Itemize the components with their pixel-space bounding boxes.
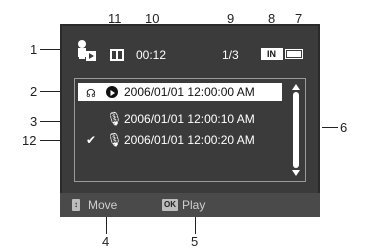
scrollbar[interactable]	[291, 84, 301, 176]
leader-5	[195, 216, 196, 234]
callout-4: 4	[102, 234, 110, 249]
memory-icon	[110, 48, 124, 61]
voice-icon: 🎙	[106, 132, 123, 147]
check-icon: ✔	[86, 133, 97, 147]
file-row-1[interactable]: ☊ 2006/01/01 12:00:00 AM	[78, 83, 282, 101]
ok-badge: OK	[162, 199, 178, 211]
voice-icon: 🎙	[106, 111, 123, 126]
move-button[interactable]: ↕ Move	[72, 198, 132, 212]
leader-4	[106, 216, 107, 234]
file-row-label: 2006/01/01 12:00:00 AM	[124, 85, 255, 99]
play-icon	[106, 86, 118, 98]
elapsed-time: 00:12	[136, 48, 167, 62]
play-label: Play	[182, 198, 206, 212]
playback-mode-icon	[76, 38, 98, 62]
voice-alarm-icon: ☊	[86, 88, 96, 100]
callout-12: 12	[22, 133, 37, 148]
callout-5: 5	[191, 234, 199, 249]
internal-memory-label: IN	[267, 49, 276, 59]
battery-icon	[285, 49, 303, 59]
callout-3: 3	[30, 114, 38, 129]
play-button[interactable]: OK Play	[162, 198, 222, 212]
internal-memory-icon: IN	[261, 48, 283, 60]
file-row-label: 2006/01/01 12:00:20 AM	[124, 133, 255, 147]
file-row-2[interactable]: 🎙 2006/01/01 12:00:10 AM	[78, 110, 282, 128]
file-row-label: 2006/01/01 12:00:10 AM	[124, 112, 255, 126]
leader-6	[322, 127, 338, 128]
move-badge-icon: ↕	[72, 199, 80, 211]
callout-2: 2	[30, 84, 38, 99]
move-label: Move	[88, 198, 118, 212]
file-row-3[interactable]: ✔ 🎙 2006/01/01 12:00:20 AM	[78, 131, 282, 149]
callout-1: 1	[30, 42, 38, 57]
file-counter: 1/3	[222, 48, 239, 62]
callout-6: 6	[340, 120, 348, 135]
